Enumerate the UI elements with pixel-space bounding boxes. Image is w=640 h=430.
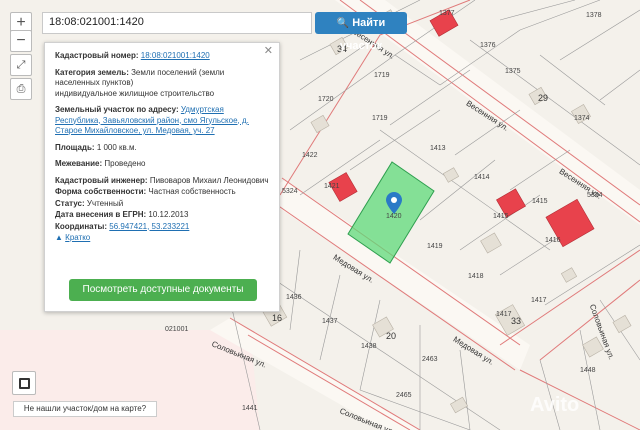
area-value: 1 000 кв.м. (96, 142, 137, 152)
short-toggle[interactable]: ▲ Кратко (55, 233, 269, 244)
plot-number-label: 1438 (361, 343, 377, 350)
house-number-label: 16 (272, 313, 283, 323)
printer-icon: ⎙ (16, 83, 26, 95)
plot-number-label: 1420 (386, 213, 402, 220)
plot-number-label: 1719 (372, 115, 388, 122)
find-plot-button[interactable]: 🔍 Найти участок (315, 12, 407, 52)
avito-watermark: Avito (530, 394, 580, 416)
plot-number-label: 1416 (545, 237, 561, 244)
plot-number-label: 1418 (468, 273, 484, 280)
house-number-label: 33 (511, 316, 522, 326)
plot-number-label: 1376 (480, 42, 496, 49)
plot-number-label: 1417 (531, 297, 547, 304)
plot-number-label: 1415 (532, 198, 548, 205)
plot-number-label: 1414 (474, 174, 490, 181)
plot-number-label: 1415 (493, 213, 509, 220)
house-number-label: 29 (538, 93, 549, 103)
search-icon: 🔍 (336, 18, 350, 29)
usage-value: индивидуальное жилищное строительство (55, 88, 215, 98)
print-button[interactable]: ⎙ (10, 78, 32, 100)
close-icon[interactable]: ✕ (264, 46, 273, 57)
expand-icon: ⤢ (16, 59, 26, 71)
zoom-out-button[interactable]: − (10, 30, 32, 52)
date-label: Дата внесения в ЕГРН: (55, 210, 147, 219)
engineer-label: Кадастровый инженер: (55, 175, 148, 185)
cadastral-link[interactable]: 18:08:021001:1420 (141, 51, 210, 60)
plot-number-label: 5324 (282, 188, 298, 195)
plot-number-label: 2465 (396, 392, 412, 399)
plot-number-label: 1378 (586, 12, 602, 19)
status-value: Учтенный (86, 198, 124, 208)
coords-link[interactable]: 56.947421, 53.233221 (109, 222, 189, 231)
plot-number-label: 1448 (580, 367, 596, 374)
plot-number-label: 1719 (374, 72, 390, 79)
fullscreen-button[interactable]: ⤢ (10, 54, 32, 76)
layers-button[interactable] (12, 371, 36, 395)
plot-number-label: 021001 (165, 326, 189, 333)
location-pin-icon[interactable] (386, 192, 402, 214)
plot-number-label: 1413 (430, 145, 446, 152)
plot-number-label: 1374 (574, 115, 590, 122)
engineer-value: Пивоваров Михаил Леонидович (149, 175, 269, 185)
date-value: 10.12.2013 (148, 210, 189, 219)
search-input[interactable]: 18:08:021001:1420 (42, 12, 312, 34)
status-label: Статус: (55, 198, 85, 208)
cadastral-label: Кадастровый номер: (55, 51, 139, 60)
survey-value: Проведено (104, 159, 146, 168)
ownership-value: Частная собственность (148, 187, 236, 196)
ownership-label: Форма собственности: (55, 187, 147, 196)
plot-number-label: 2463 (422, 356, 438, 363)
plot-number-label: 1437 (322, 318, 338, 325)
parcel-info-panel: ✕ Кадастровый номер: 18:08:021001:1420 К… (44, 42, 280, 312)
house-number-label: 20 (386, 331, 397, 341)
category-label: Категория земель: (55, 67, 129, 77)
plot-number-label: 1377 (439, 10, 455, 17)
plot-number-label: 1436 (286, 294, 302, 301)
plot-number-label: 1422 (302, 152, 318, 159)
layers-icon (19, 378, 30, 389)
plot-number-label: 1720 (318, 96, 334, 103)
address-label: Земельный участок по адресу: (55, 105, 179, 114)
short-link[interactable]: Кратко (65, 233, 90, 242)
plot-number-label: 1417 (496, 311, 512, 318)
plot-number-label: 1419 (427, 243, 443, 250)
coords-label: Координаты: (55, 221, 108, 231)
caret-up-icon: ▲ (55, 233, 63, 242)
not-found-button[interactable]: Не нашли участок/дом на карте? (13, 401, 157, 417)
survey-label: Межевание: (55, 159, 103, 168)
view-documents-button[interactable]: Посмотреть доступные документы (69, 279, 257, 301)
plot-number-label: 1421 (324, 183, 340, 190)
plot-number-label: 1375 (505, 68, 521, 75)
plot-number-label: 1441 (242, 405, 258, 412)
area-label: Площадь: (55, 142, 95, 152)
